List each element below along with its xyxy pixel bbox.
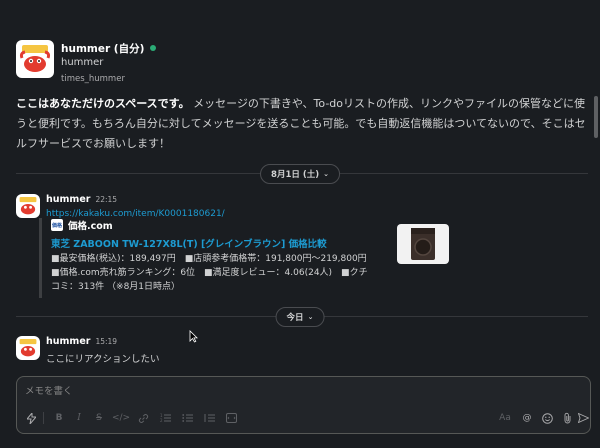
message-text: ここにリアクションしたい [46,354,160,365]
scrollbar-thumb[interactable] [594,96,598,138]
avatar[interactable] [16,194,40,218]
channel-intro: hummer (自分) hummer times_hummer ここはあなただけ… [16,40,591,154]
message-author[interactable]: hummer [46,194,90,205]
toolbar-separator [43,412,44,424]
send-icon[interactable] [575,409,591,427]
mouse-pointer-icon [189,330,198,343]
date-divider-button[interactable]: 8月1日 (土) ⌄ [260,164,340,184]
crab-avatar-icon [19,338,37,357]
ordered-list-icon[interactable]: 12 [157,409,173,427]
bullet-list-icon[interactable] [179,409,195,427]
strike-icon[interactable]: S [91,409,107,427]
avatar[interactable] [16,336,40,360]
washing-machine-image-icon [411,228,435,260]
link-unfurl-card: 価格 価格.com 東芝 ZABOON TW-127X8L(T) [グレインブラ… [39,218,449,298]
intro-description: ここはあなただけのスペースです。 メッセージの下書きや、To-doリストの作成、… [16,94,591,154]
italic-icon[interactable]: I [71,409,87,427]
block-quote-icon[interactable] [201,409,217,427]
lightning-icon[interactable] [23,409,39,427]
crab-avatar-icon [19,196,37,215]
intro-name[interactable]: hummer (自分) [61,41,144,56]
intro-description-bold: ここはあなただけのスペースです。 [16,97,190,110]
unfurl-site-name: 価格.com [68,221,113,232]
code-block-icon[interactable] [223,409,239,427]
unfurl-title-link[interactable]: 東芝 ZABOON TW-127X8L(T) [グレインブラウン] 価格比較 [51,236,449,250]
kakaku-site-icon: 価格 [51,219,63,231]
intro-display-name: hummer [61,57,104,68]
date-divider-label: 8月1日 (土) [271,170,320,180]
intro-channel-name: times_hummer [61,74,125,84]
unfurl-description: ■最安価格(税込)：189,497円 ■店頭参考価格帯：191,800円〜219… [51,254,376,292]
mention-icon[interactable]: @ [519,409,535,427]
message-timestamp[interactable]: 15:19 [95,337,117,346]
avatar[interactable] [16,40,54,78]
date-divider-label: 今日 [286,313,304,323]
unfurl-thumbnail[interactable] [397,224,449,264]
chevron-down-icon: ⌄ [323,170,329,178]
attach-icon[interactable] [559,409,575,427]
message-timestamp[interactable]: 22:15 [95,195,117,204]
bold-icon[interactable]: B [51,409,67,427]
composer-toolbar: B I S </> 12 Aa @ [17,409,590,427]
emoji-icon[interactable] [539,409,555,427]
presence-indicator-icon [150,45,157,51]
text-format-icon[interactable]: Aa [497,409,513,427]
chevron-down-icon: ⌄ [307,313,314,321]
message-author[interactable]: hummer [46,336,90,347]
message-composer: B I S </> 12 Aa @ [16,376,591,434]
date-divider-button[interactable]: 今日 ⌄ [275,307,325,327]
svg-text:2: 2 [160,418,163,423]
code-icon[interactable]: </> [112,409,130,427]
crab-avatar-icon [19,45,51,72]
message-input[interactable] [17,377,590,405]
link-icon[interactable] [135,409,151,427]
